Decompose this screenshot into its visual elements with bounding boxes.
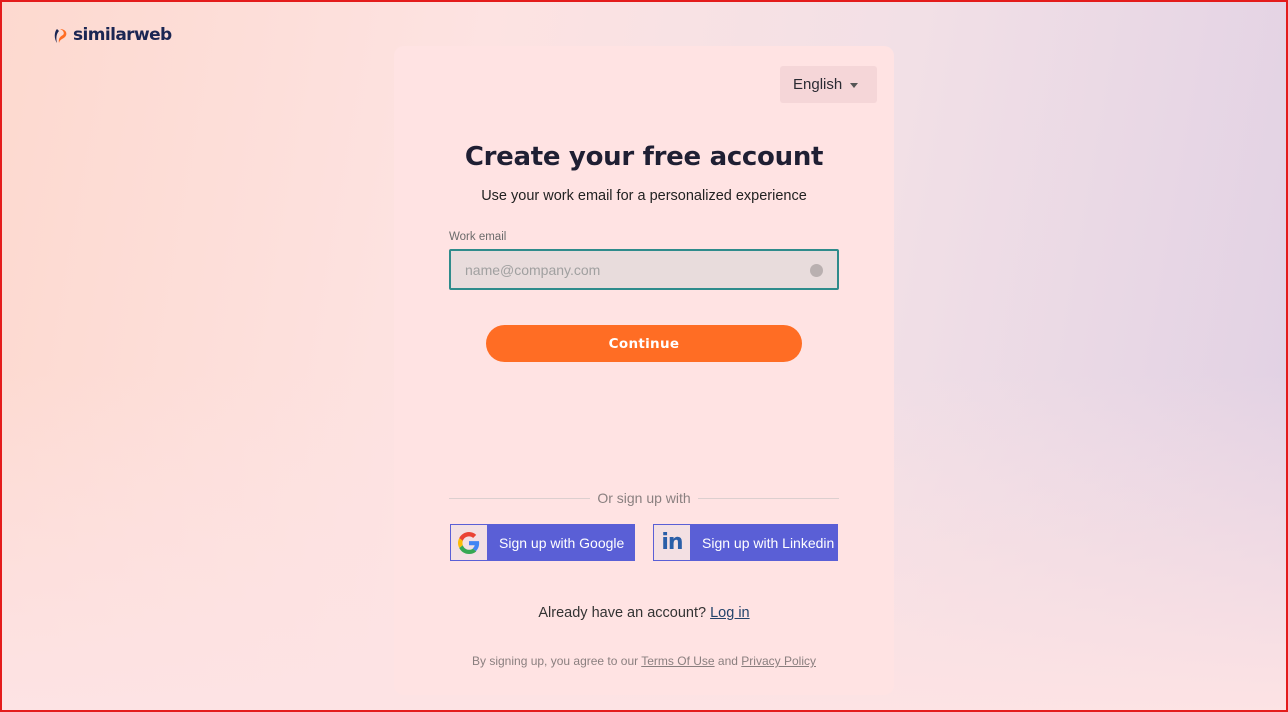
email-label: Work email: [449, 231, 507, 243]
email-field[interactable]: [451, 251, 837, 288]
login-row: Already have an account? Log in: [394, 605, 894, 621]
info-icon: [810, 264, 823, 277]
divider-line-left: [449, 497, 591, 499]
google-icon-box: [451, 525, 487, 560]
linkedin-mark: in: [661, 530, 683, 555]
signup-card: English Create your free account Use you…: [394, 46, 894, 695]
similarweb-logo-icon: [54, 28, 67, 43]
page-subtitle: Use your work email for a personalized e…: [481, 188, 807, 204]
login-prompt: Already have an account?: [538, 605, 707, 621]
legal-joiner: and: [717, 654, 738, 668]
page-title: Create your free account: [464, 142, 824, 172]
privacy-link[interactable]: Privacy Policy: [741, 654, 816, 668]
language-selector[interactable]: English: [780, 66, 877, 103]
legal-text: By signing up, you agree to our Terms Of…: [394, 654, 894, 668]
legal-prefix: By signing up, you agree to our: [472, 654, 639, 668]
linkedin-signup-label: Sign up with Linkedin: [702, 534, 835, 551]
login-link[interactable]: Log in: [710, 605, 750, 621]
google-signup-label: Sign up with Google: [499, 534, 625, 551]
terms-link[interactable]: Terms Of Use: [641, 654, 714, 668]
linkedin-icon: in: [654, 525, 690, 560]
divider-line-right: [697, 497, 839, 499]
divider: Or sign up with: [449, 487, 839, 509]
continue-button[interactable]: Continue: [486, 325, 802, 362]
google-signup-button[interactable]: Sign up with Google: [450, 524, 635, 561]
language-selected: English: [793, 76, 843, 93]
email-field-wrapper: [449, 249, 839, 290]
google-icon: [458, 531, 480, 554]
divider-text: Or sign up with: [597, 490, 691, 506]
chevron-down-icon: [850, 83, 859, 88]
similarweb-logo[interactable]: similarweb: [53, 26, 191, 45]
logo-text: similarweb: [73, 25, 172, 45]
linkedin-signup-button[interactable]: in Sign up with Linkedin: [653, 524, 838, 561]
